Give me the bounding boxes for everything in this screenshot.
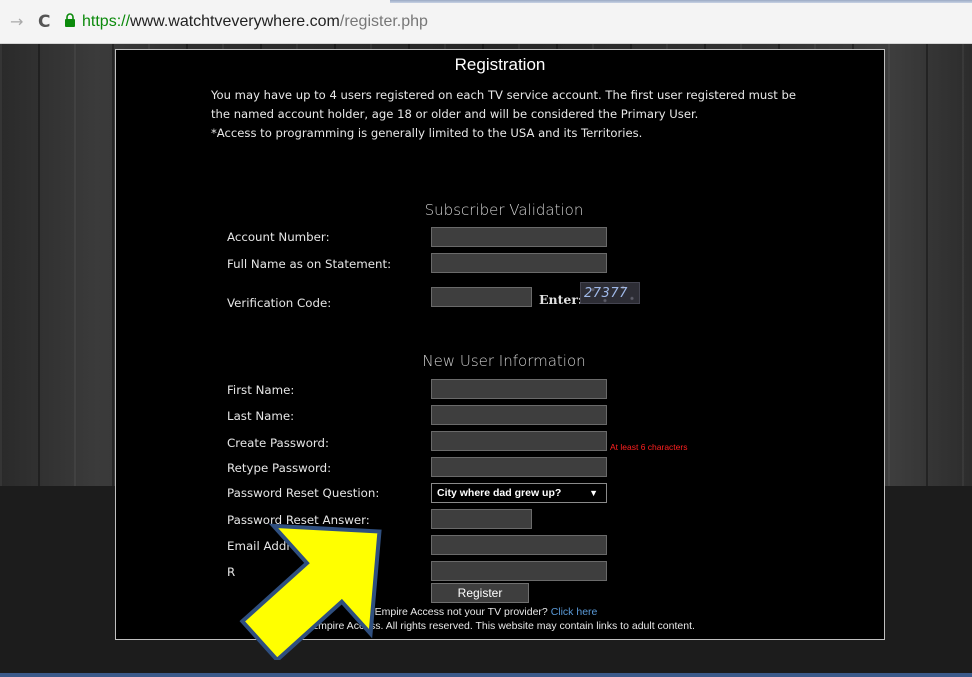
retype-password-input[interactable] <box>431 457 607 477</box>
create-password-input[interactable] <box>431 431 607 451</box>
reset-answer-input[interactable] <box>431 509 532 529</box>
last-name-label: Last Name: <box>227 409 295 423</box>
forward-button[interactable]: → <box>10 12 23 32</box>
bottom-edge <box>0 673 972 677</box>
intro-line: You may have up to 4 users registered on… <box>211 88 797 102</box>
retype-email-input[interactable] <box>431 561 607 581</box>
url-path: /register.php <box>339 13 428 30</box>
password-hint: At least 6 characters <box>610 442 688 452</box>
reset-question-label: Password Reset Question: <box>227 486 380 500</box>
last-name-input[interactable] <box>431 405 607 425</box>
intro-line: the named account holder, age 18 or olde… <box>211 107 699 121</box>
intro-text: You may have up to 4 users registered on… <box>211 86 811 143</box>
email-input[interactable] <box>431 535 607 555</box>
register-button[interactable]: Register <box>431 583 529 603</box>
page-title: Registration <box>454 55 546 74</box>
window-frame-edge <box>390 0 972 3</box>
yellow-arrow-annotation <box>239 523 382 660</box>
enter-label: Enter: <box>539 292 583 307</box>
url-protocol: https:// <box>82 13 131 30</box>
footer-copyright: ©2016 Empire Access. All rights reserved… <box>277 620 695 632</box>
create-password-label: Create Password: <box>227 436 330 450</box>
first-name-input[interactable] <box>431 379 607 399</box>
captcha-noise <box>581 283 639 303</box>
verification-code-input[interactable] <box>431 287 532 307</box>
lock-icon <box>65 13 75 27</box>
reset-question-value: City where dad grew up? <box>437 487 562 499</box>
retype-password-label: Retype Password: <box>227 461 332 475</box>
address-bar[interactable]: https://www.watchtveverywhere.com/regist… <box>82 10 428 34</box>
captcha-image: 27377 <box>580 282 640 304</box>
reset-question-select[interactable]: City where dad grew up? ▼ <box>431 483 607 503</box>
intro-line: *Access to programming is generally limi… <box>211 126 643 140</box>
account-number-label: Account Number: <box>227 230 330 244</box>
full-name-input[interactable] <box>431 253 607 273</box>
subscriber-validation-heading: Subscriber Validation <box>424 201 584 219</box>
reload-button[interactable]: C <box>38 12 50 32</box>
url-host: www.watchtveverywhere.com <box>130 13 340 30</box>
account-number-input[interactable] <box>431 227 607 247</box>
dropdown-caret-icon: ▼ <box>589 488 598 498</box>
click-here-link[interactable]: Click here <box>551 606 598 618</box>
full-name-label: Full Name as on Statement: <box>227 257 392 271</box>
browser-toolbar: → C https://www.watchtveverywhere.com/re… <box>0 0 972 44</box>
footer-provider-line: Empire Access not your TV provider? Clic… <box>0 606 972 618</box>
verification-code-label: Verification Code: <box>227 296 332 310</box>
first-name-label: First Name: <box>227 383 295 397</box>
new-user-heading: New User Information <box>422 352 586 370</box>
